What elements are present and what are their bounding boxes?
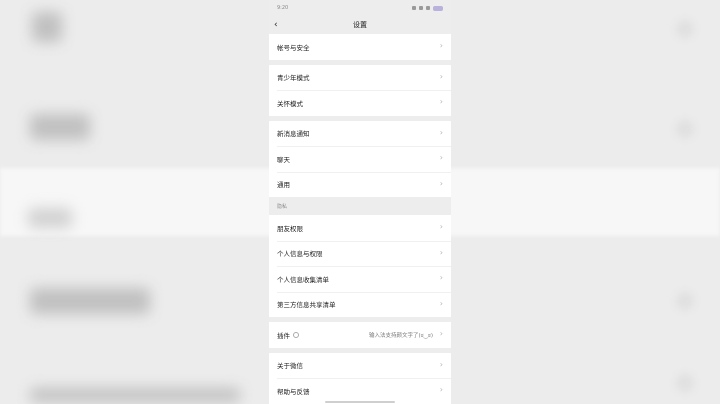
background-chevron bbox=[676, 20, 694, 38]
settings-item-care-mode[interactable]: 关怀模式 › bbox=[269, 90, 451, 116]
background-blob bbox=[30, 388, 240, 402]
background-chevron bbox=[676, 120, 694, 138]
account-group: 帐号与安全 › bbox=[269, 34, 451, 60]
chevron-right-icon: › bbox=[439, 71, 443, 81]
general-group: 新消息通知 › 聊天 › 通用 › bbox=[269, 120, 451, 198]
mode-group: 青少年模式 › 关怀模式 › bbox=[269, 64, 451, 116]
about-group: 关于微信 › 帮助与反馈 › bbox=[269, 352, 451, 404]
background-chevron bbox=[676, 374, 694, 392]
privacy-group: 朋友权限 › 个人信息与权限 › 个人信息收集清单 › 第三方信息共享清单 › bbox=[269, 215, 451, 317]
plugin-group: 插件 输入法支持颜文字了(ಠ‿ಠ) › bbox=[269, 322, 451, 348]
back-button[interactable]: ‹ bbox=[274, 20, 278, 30]
chevron-right-icon: › bbox=[439, 41, 443, 50]
settings-item-third-party-sharing[interactable]: 第三方信息共享清单 › bbox=[269, 291, 451, 318]
chevron-right-icon: › bbox=[439, 178, 443, 188]
item-label: 插件 bbox=[277, 331, 290, 340]
chevron-right-icon: › bbox=[439, 153, 443, 162]
chevron-right-icon: › bbox=[439, 127, 443, 137]
background-blob bbox=[30, 114, 90, 140]
background-chevron bbox=[676, 292, 694, 310]
settings-item-plugins[interactable]: 插件 输入法支持颜文字了(ಠ‿ಠ) › bbox=[269, 322, 451, 348]
background-blob bbox=[28, 208, 72, 228]
item-label: 帐号与安全 bbox=[277, 43, 310, 52]
settings-item-friend-permissions[interactable]: 朋友权限 › bbox=[269, 215, 451, 241]
item-label: 帮助与反馈 bbox=[277, 387, 310, 396]
chevron-right-icon: › bbox=[439, 298, 443, 308]
status-time: 9:20 bbox=[277, 5, 289, 11]
signal-icon bbox=[412, 6, 416, 10]
item-label: 个人信息与权限 bbox=[277, 250, 323, 259]
chevron-right-icon: › bbox=[439, 385, 443, 394]
home-indicator bbox=[325, 401, 395, 403]
settings-item-info-collection[interactable]: 个人信息收集清单 › bbox=[269, 266, 451, 292]
settings-item-general[interactable]: 通用 › bbox=[269, 171, 451, 198]
item-label: 青少年模式 bbox=[277, 74, 310, 83]
chevron-right-icon: › bbox=[439, 359, 443, 369]
settings-item-personal-info[interactable]: 个人信息与权限 › bbox=[269, 240, 451, 267]
wifi-icon bbox=[419, 6, 423, 10]
settings-item-notifications[interactable]: 新消息通知 › bbox=[269, 121, 451, 147]
info-icon bbox=[293, 331, 299, 338]
chevron-right-icon: › bbox=[439, 247, 443, 257]
item-label: 朋友权限 bbox=[277, 224, 303, 233]
settings-item-account-security[interactable]: 帐号与安全 › bbox=[269, 34, 451, 60]
settings-item-teen-mode[interactable]: 青少年模式 › bbox=[269, 65, 451, 91]
nav-bar: ‹ 设置 bbox=[269, 16, 451, 34]
item-label: 关于微信 bbox=[277, 362, 303, 371]
chevron-right-icon: › bbox=[439, 273, 443, 282]
item-label: 关怀模式 bbox=[277, 99, 303, 108]
page-title: 设置 bbox=[353, 21, 367, 29]
item-label: 聊天 bbox=[277, 155, 290, 164]
privacy-section-label: 隐私 bbox=[277, 203, 288, 210]
chevron-right-icon: › bbox=[439, 222, 443, 231]
item-label: 新消息通知 bbox=[277, 130, 310, 139]
item-label: 通用 bbox=[277, 181, 290, 190]
battery-icon bbox=[433, 5, 443, 11]
chevron-right-icon: › bbox=[439, 97, 443, 106]
data-icon bbox=[426, 6, 430, 10]
background-blob bbox=[32, 12, 62, 42]
plugin-status-text: 输入法支持颜文字了(ಠ‿ಠ) bbox=[368, 333, 433, 339]
settings-item-help-feedback[interactable]: 帮助与反馈 › bbox=[269, 378, 451, 404]
item-label: 第三方信息共享清单 bbox=[277, 301, 336, 310]
background-blob bbox=[30, 288, 150, 314]
settings-screen: 9:20 ‹ 设置 帐号与安全 › 青少年模式 › 关怀模式 › 新消息通知 ›… bbox=[269, 0, 451, 404]
settings-item-about[interactable]: 关于微信 › bbox=[269, 353, 451, 379]
settings-item-chat[interactable]: 聊天 › bbox=[269, 146, 451, 172]
status-bar: 9:20 bbox=[269, 0, 451, 16]
chevron-right-icon: › bbox=[439, 329, 443, 338]
item-label: 个人信息收集清单 bbox=[277, 275, 329, 284]
